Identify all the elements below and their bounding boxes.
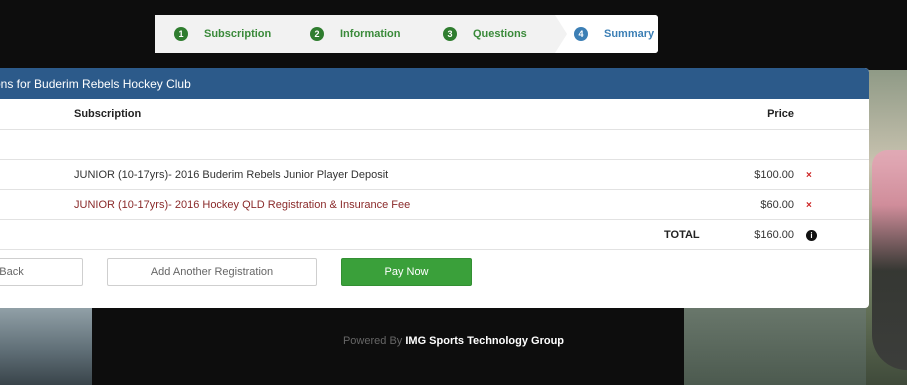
step-label-information: Information [340,28,401,40]
pay-now-label: Pay Now [384,266,429,278]
panel-title: ons for Buderim Rebels Hockey Club [0,76,191,91]
step-number-3: 3 [443,27,457,41]
item-description: JUNIOR (10-17yrs)- 2016 Buderim Rebels J… [74,169,389,181]
step-label-subscription: Subscription [204,28,272,40]
footer: Powered By IMG Sports Technology Group [0,335,907,347]
step-subscription[interactable]: 1 Subscription [155,15,302,53]
table-row: JUNIOR (10-17yrs)- 2016 Buderim Rebels J… [0,160,869,190]
step-questions[interactable]: 3 Questions [423,15,567,53]
total-label: TOTAL [664,229,700,241]
column-header-price: Price [767,108,794,120]
remove-icon[interactable]: × [806,190,812,220]
back-button-label: Back [0,266,24,278]
item-price: $100.00 [754,169,794,181]
back-button[interactable]: Back [0,258,83,286]
add-registration-label: Add Another Registration [150,266,274,278]
table-header-row: Subscription Price [0,99,869,130]
spacer-row [0,130,869,160]
info-icon[interactable]: i [806,229,817,241]
item-description: JUNIOR (10-17yrs)- 2016 Hockey QLD Regis… [74,199,411,211]
step-number-4: 4 [574,27,588,41]
table-row: JUNIOR (10-17yrs)- 2016 Hockey QLD Regis… [0,190,869,220]
panel-header: ons for Buderim Rebels Hockey Club [0,68,869,99]
add-registration-button[interactable]: Add Another Registration [107,258,317,286]
step-label-summary: Summary [604,28,655,40]
step-summary[interactable]: 4 Summary [555,15,658,53]
remove-icon[interactable]: × [806,160,812,190]
step-information[interactable]: 2 Information [290,15,435,53]
item-price: $60.00 [760,199,794,211]
powered-by-text: Powered By [342,335,403,347]
info-icon-wrap[interactable]: i [806,220,817,250]
pay-now-button[interactable]: Pay Now [341,258,472,286]
step-number-1: 1 [174,27,188,41]
footer-brand-link[interactable]: IMG Sports Technology Group [405,335,564,347]
progress-stepper: 1 Subscription 2 Information 3 Questions… [155,15,658,53]
step-label-questions: Questions [473,28,527,40]
total-row: TOTAL $160.00 i [0,220,869,250]
summary-panel: ons for Buderim Rebels Hockey Club Subsc… [0,68,869,308]
column-header-subscription: Subscription [74,108,142,120]
total-amount: $160.00 [754,229,794,241]
step-number-2: 2 [310,27,324,41]
